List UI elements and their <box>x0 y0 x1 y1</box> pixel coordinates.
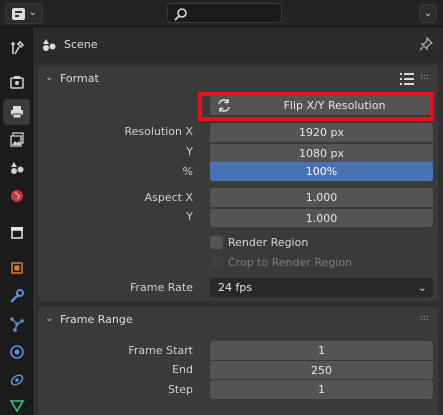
crop-to-render-region-label[interactable]: Crop to Render Region <box>228 256 352 269</box>
aspect-y-label: Y <box>186 210 193 223</box>
wrench-icon <box>10 289 24 303</box>
frame-step-field[interactable]: 1 <box>210 380 433 399</box>
aspect-x-field[interactable]: 1.000 <box>210 188 433 207</box>
frame-range-title: Frame Range <box>60 313 133 326</box>
search-input[interactable] <box>167 3 282 23</box>
frame-end-field[interactable]: 250 <box>210 360 433 379</box>
properties-tabs <box>0 27 33 415</box>
resolution-percent-label: % <box>182 165 193 178</box>
globe-icon <box>10 190 23 202</box>
frame-start-field[interactable]: 1 <box>210 341 433 360</box>
context-title: Scene <box>64 38 98 51</box>
search-icon <box>174 8 187 21</box>
frame-start-label: Frame Start <box>128 344 193 357</box>
editor-type-button[interactable]: ⌄ <box>5 3 43 24</box>
image-stack-icon <box>9 132 24 147</box>
resolution-x-field[interactable]: 1920 px <box>210 123 433 142</box>
tab-particles[interactable] <box>3 311 30 337</box>
format-panel-header[interactable]: ⌄ Format <box>38 66 438 91</box>
context-header: Scene <box>33 27 443 63</box>
aspect-y-field[interactable]: 1.000 <box>210 208 433 227</box>
object-icon <box>10 262 23 274</box>
expand-arrow-icon: ⌄ <box>45 72 54 83</box>
chevron-down-icon: ⌄ <box>417 281 427 294</box>
frame-step-label: Step <box>167 383 193 396</box>
tab-view-layer[interactable] <box>3 127 30 153</box>
tab-tool[interactable] <box>3 35 30 61</box>
box-icon <box>10 227 23 239</box>
tab-render[interactable] <box>3 69 30 95</box>
frame-end-label: End <box>172 363 193 376</box>
tab-output[interactable] <box>3 99 30 125</box>
tab-data[interactable] <box>3 393 30 415</box>
wrench-screwdriver-icon <box>10 40 24 55</box>
crop-to-render-region-checkbox[interactable] <box>210 256 223 269</box>
resolution-x-label: Resolution X <box>124 125 193 138</box>
tab-constraints[interactable] <box>3 367 30 393</box>
render-region-label[interactable]: Render Region <box>228 236 308 249</box>
frame-rate-dropdown[interactable]: 24 fps ⌄ <box>210 278 433 297</box>
options-dropdown-button[interactable]: ⌄ <box>419 4 437 23</box>
tab-modifiers[interactable] <box>3 283 30 309</box>
resolution-percent-slider[interactable]: 100% <box>210 162 433 181</box>
resolution-y-field[interactable]: 1080 px <box>210 143 433 162</box>
properties-panel: Scene ⌄ Format Flip X/Y Resolution Resol… <box>33 27 443 415</box>
printer-icon <box>10 106 23 119</box>
frame-rate-label: Frame Rate <box>130 281 193 294</box>
data-icon <box>9 400 24 413</box>
particles-icon <box>9 317 24 332</box>
format-title: Format <box>60 72 99 85</box>
scene-icon <box>43 39 56 51</box>
constraint-icon <box>10 374 23 386</box>
frame-range-panel: ⌄ Frame Range Frame Start 1 End 250 Step… <box>38 307 438 415</box>
highlight-box <box>198 92 434 121</box>
frame-rate-value: 24 fps <box>218 281 253 294</box>
tab-collection[interactable] <box>3 219 30 245</box>
expand-arrow-icon: ⌄ <box>45 313 54 324</box>
render-region-checkbox[interactable] <box>210 236 223 249</box>
drag-grip-icon[interactable] <box>420 315 430 321</box>
presets-list-icon[interactable] <box>398 70 416 87</box>
chevron-down-icon: ⌄ <box>28 7 37 18</box>
properties-editor-icon <box>12 8 25 20</box>
tab-scene[interactable] <box>3 155 30 181</box>
camera-back-icon <box>9 76 24 89</box>
tab-object[interactable] <box>3 255 30 281</box>
drag-grip-icon[interactable] <box>420 74 430 80</box>
resolution-y-label: Y <box>186 145 193 158</box>
scene-icon <box>10 162 23 174</box>
tab-physics[interactable] <box>3 339 30 365</box>
frame-range-panel-header[interactable]: ⌄ Frame Range <box>38 307 438 332</box>
physics-icon <box>9 345 24 359</box>
pin-icon[interactable] <box>419 37 433 51</box>
aspect-x-label: Aspect X <box>144 191 193 204</box>
chevron-down-icon: ⌄ <box>423 8 433 19</box>
tab-world[interactable] <box>3 183 30 209</box>
editor-header: ⌄ ⌄ <box>0 0 443 27</box>
